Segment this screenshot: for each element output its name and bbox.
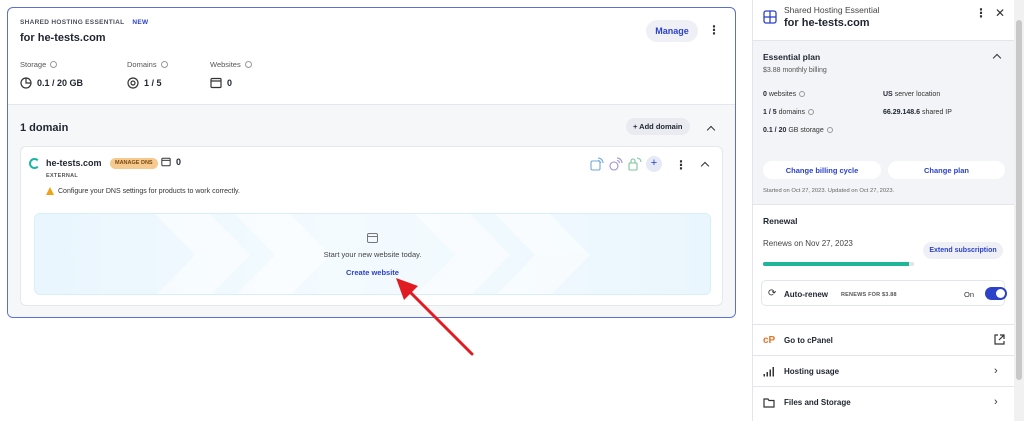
target-icon <box>127 77 139 89</box>
collapse-chevron-icon[interactable] <box>706 125 716 135</box>
panel-more-icon[interactable]: ⋮ <box>975 7 987 19</box>
website-icon <box>367 233 378 243</box>
hosting-card: SHARED HOSTING ESSENTIAL NEW for he-tests… <box>7 7 736 318</box>
info-icon[interactable] <box>826 127 833 133</box>
loading-spinner-icon <box>29 158 40 169</box>
chevron-right-icon: › <box>994 365 998 377</box>
auto-renew-row: ⟳ Auto-renew RENEWS FOR $3.88 On <box>761 280 1007 306</box>
browser-window-icon <box>210 77 222 89</box>
plan-websites: 0 websites <box>763 91 806 98</box>
domain-site-count: 0 <box>161 157 181 167</box>
manage-dns-badge[interactable]: MANAGE DNS <box>110 158 158 169</box>
pie-chart-icon <box>20 77 32 89</box>
refresh-icon: ⟳ <box>768 288 777 299</box>
auto-renew-toggle[interactable] <box>985 287 1007 300</box>
plan-type-label: SHARED HOSTING ESSENTIAL NEW <box>20 19 149 26</box>
menu-item-hosting-usage[interactable]: Hosting usage › <box>753 355 1015 386</box>
menu-item-label: Go to cPanel <box>784 336 833 345</box>
scrollbar[interactable] <box>1014 0 1024 421</box>
chevron-right-icon: › <box>994 396 998 408</box>
plan-storage: 0.1 / 20 GB storage <box>763 127 833 134</box>
cpanel-icon: cP <box>763 335 776 346</box>
storage-value: 0.1 / 20 GB <box>20 77 83 89</box>
domains-section: 1 domain + Add domain he-tests.com MANAG… <box>8 104 735 317</box>
panel-subtitle: Shared Hosting Essential <box>784 5 880 15</box>
warning-icon <box>46 187 54 195</box>
browser-window-icon <box>161 157 171 167</box>
card-more-icon[interactable]: ⋮ <box>708 24 720 36</box>
email-service-icon[interactable] <box>608 156 624 172</box>
menu-item-label: Files and Storage <box>784 398 851 407</box>
panel-header: Shared Hosting Essential for he-tests.co… <box>753 0 1014 40</box>
panel-title: for he-tests.com <box>784 17 870 29</box>
scrollbar-thumb[interactable] <box>1016 20 1022 380</box>
domain-collapse-chevron-icon[interactable] <box>700 161 710 171</box>
renewal-progress-bar <box>763 262 914 266</box>
domains-value: 1 / 5 <box>127 77 162 89</box>
extend-subscription-button[interactable]: Extend subscription <box>923 242 1003 259</box>
domain-count: 1 domain <box>20 122 69 134</box>
plan-billing: $3.88 monthly billing <box>763 67 827 74</box>
ssl-service-icon[interactable] <box>627 156 643 172</box>
plan-collapse-chevron-icon[interactable] <box>992 53 1002 63</box>
info-icon[interactable] <box>808 109 815 115</box>
dns-warning: Configure your DNS settings for products… <box>46 187 240 195</box>
create-website-link[interactable]: Create website <box>35 268 710 277</box>
websites-label: Websites <box>210 60 252 69</box>
hosting-service-icon[interactable] <box>589 156 605 172</box>
storage-label: Storage <box>20 60 58 69</box>
renewal-title: Renewal <box>763 216 798 226</box>
websites-value: 0 <box>210 77 232 89</box>
menu-item-files-storage[interactable]: Files and Storage › <box>753 386 1015 417</box>
hero-text: Start your new website today. <box>323 250 422 259</box>
domain-name[interactable]: he-tests.com <box>46 158 102 168</box>
hosting-icon <box>763 10 777 24</box>
create-website-panel: Start your new website today. Create web… <box>34 213 711 295</box>
close-icon[interactable]: ✕ <box>995 6 1005 20</box>
info-icon[interactable] <box>244 61 252 68</box>
domains-label: Domains <box>127 60 168 69</box>
add-domain-button[interactable]: + Add domain <box>626 118 690 135</box>
auto-renew-label: Auto-renew <box>784 290 828 299</box>
plan-ip: 66.29.148.6 shared IP <box>883 109 952 116</box>
auto-renew-state: On <box>964 290 975 299</box>
new-badge: NEW <box>132 19 149 26</box>
menu-item-cpanel[interactable]: cP Go to cPanel <box>753 324 1015 355</box>
auto-renew-price: RENEWS FOR $3.88 <box>841 292 897 298</box>
plan-summary: Essential plan $3.88 monthly billing 0 w… <box>753 40 1015 205</box>
plan-title: Essential plan <box>763 52 821 62</box>
add-service-icon[interactable]: + <box>646 156 662 172</box>
service-icons: + <box>589 156 662 172</box>
manage-button[interactable]: Manage <box>646 20 698 42</box>
info-icon[interactable] <box>799 91 806 97</box>
menu-item-label: Hosting usage <box>784 367 840 376</box>
info-icon[interactable] <box>50 61 58 68</box>
card-title: for he-tests.com <box>20 32 106 44</box>
renewal-progress-fill <box>763 262 910 266</box>
domain-type-label: EXTERNAL <box>46 173 79 179</box>
folder-icon <box>763 398 775 408</box>
plan-location: US server location <box>883 91 941 98</box>
domain-card: he-tests.com MANAGE DNS 0 EXTERNAL Confi… <box>20 146 723 306</box>
domain-more-icon[interactable]: ⋮ <box>675 159 687 171</box>
renewal-date: Renews on Nov 27, 2023 <box>763 239 853 248</box>
info-icon[interactable] <box>160 61 168 68</box>
bar-chart-icon <box>763 367 774 377</box>
plan-started-date: Started on Oct 27, 2023. Updated on Oct … <box>763 188 895 194</box>
plan-domains: 1 / 5 domains <box>763 109 815 116</box>
external-link-icon <box>994 334 1005 345</box>
details-panel: Shared Hosting Essential for he-tests.co… <box>752 0 1015 421</box>
change-plan-button[interactable]: Change plan <box>888 161 1005 179</box>
change-billing-cycle-button[interactable]: Change billing cycle <box>763 161 881 179</box>
